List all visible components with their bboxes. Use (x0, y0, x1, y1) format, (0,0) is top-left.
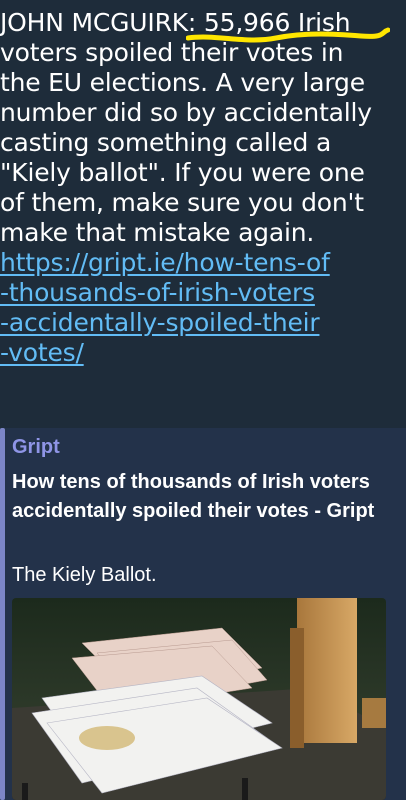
article-link[interactable]: https://gript.ie/how-tens-of (0, 248, 406, 278)
preview-image[interactable] (12, 598, 386, 800)
preview-description: The Kiely Ballot. (12, 564, 157, 586)
message-text-line: make that mistake again. (0, 218, 315, 247)
message-text-line: number did so by accidentally (0, 98, 372, 127)
message-bubble: JOHN MCGUIRK: 55,966 Irish voters spoile… (0, 8, 406, 368)
link-preview-accent-bar (0, 428, 5, 800)
ballot-papers-photo-icon (12, 598, 386, 800)
preview-site-name: Gript (12, 436, 60, 458)
message-text-line: the EU elections. A very large (0, 68, 365, 97)
message-text-line: casting something called a (0, 128, 332, 157)
message-text-line: "Kiely ballot". If you were one (0, 158, 365, 187)
link-preview-card[interactable]: Gript How tens of thousands of Irish vot… (0, 428, 406, 800)
article-link[interactable]: -thousands-of-irish-voters (0, 278, 406, 308)
article-link[interactable]: -votes/ (0, 338, 406, 368)
message-text-line: JOHN MCGUIRK: 55,966 Irish (0, 8, 351, 37)
preview-title: How tens of thousands of Irish voters ac… (12, 471, 375, 522)
article-link[interactable]: -accidentally-spoiled-their (0, 308, 406, 338)
message-text-line: of them, make sure you don't (0, 188, 364, 217)
message-text-line: voters spoiled their votes in (0, 38, 344, 67)
previous-message-edge (0, 0, 406, 4)
